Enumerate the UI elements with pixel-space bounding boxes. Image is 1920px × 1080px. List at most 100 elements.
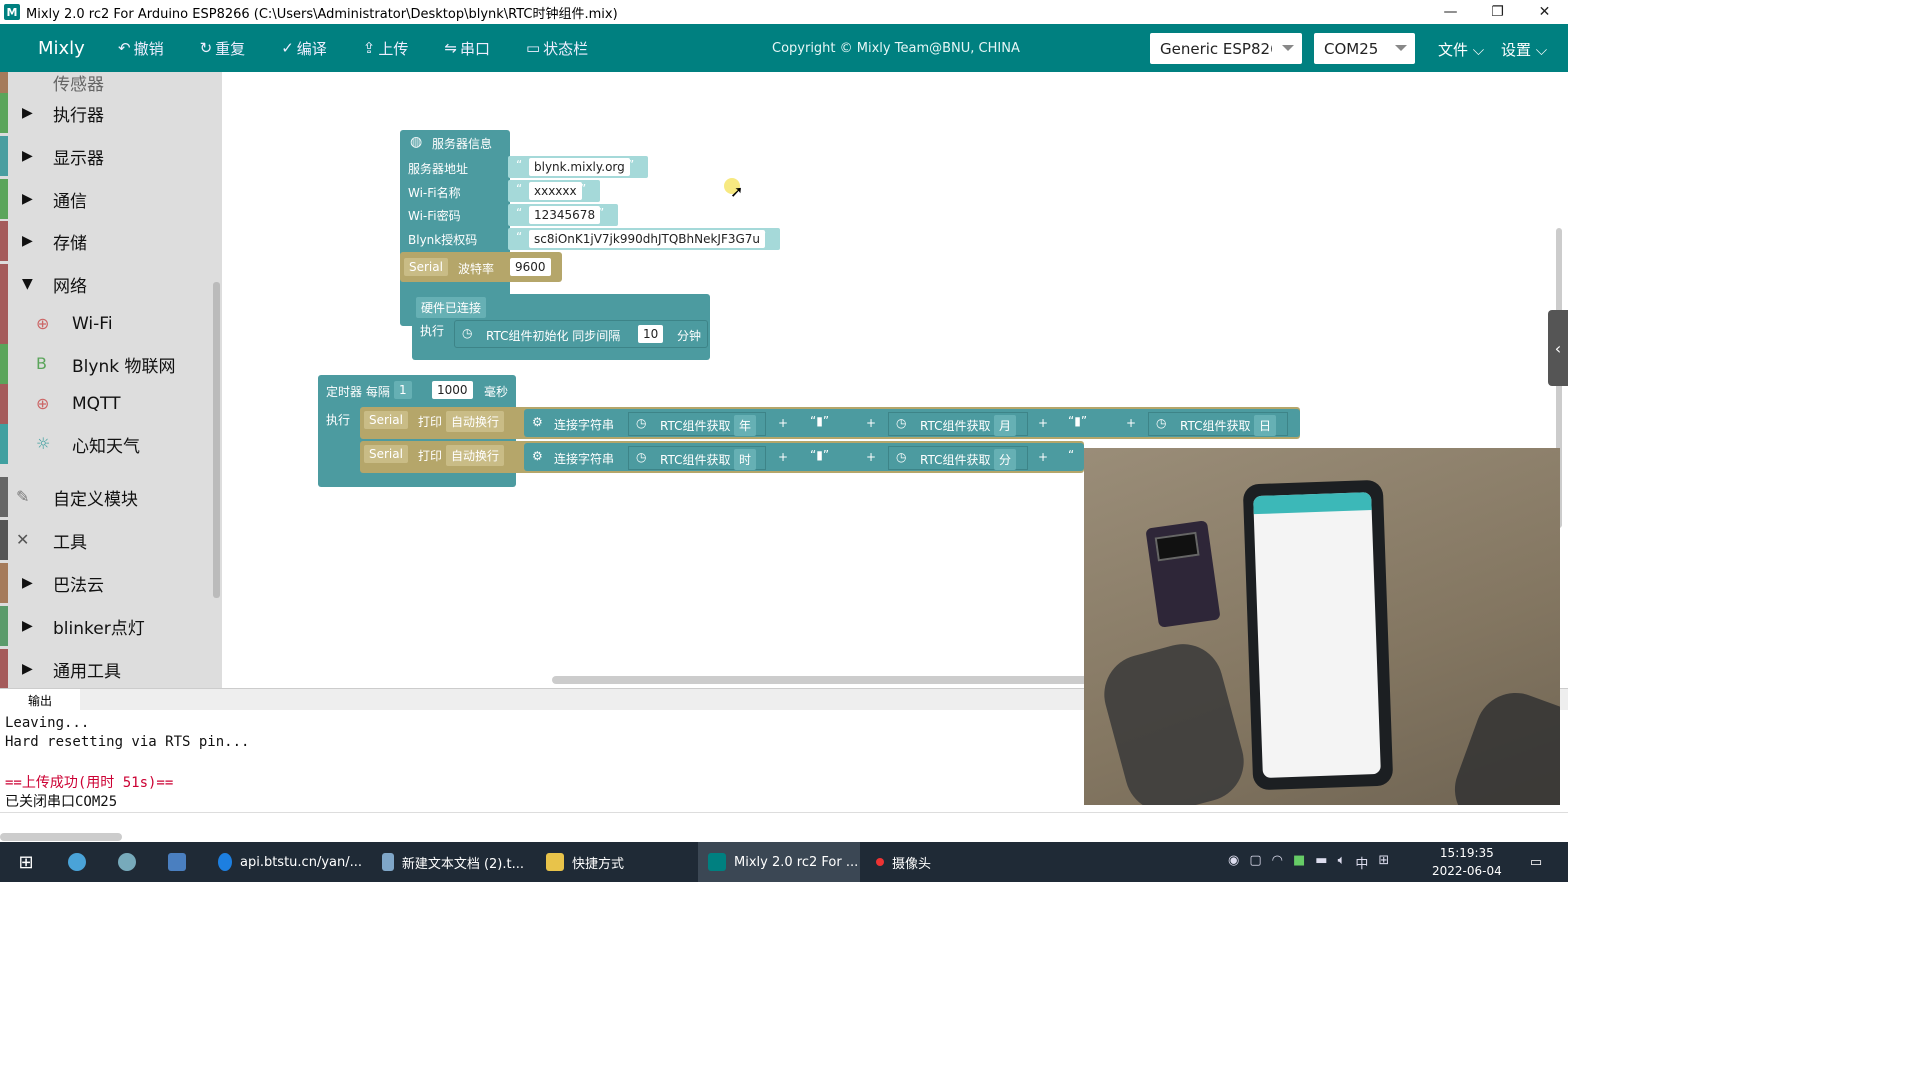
taskbar-calculator[interactable] xyxy=(164,842,190,882)
timer-label: 定时器 每隔 xyxy=(326,385,390,399)
wifi-password-field[interactable]: 12345678 xyxy=(529,206,601,224)
phone-image xyxy=(1242,479,1394,791)
sidebar-item-label: MQTT xyxy=(72,394,121,414)
gear-icon: ⚙ xyxy=(532,415,543,429)
undo-icon: ↶ xyxy=(118,39,131,57)
keyboard-icon[interactable]: ⊞ xyxy=(1378,853,1389,872)
year-dropdown[interactable]: 年 xyxy=(734,415,757,436)
system-clock[interactable]: 15:19:35 2022-06-04 xyxy=(1432,844,1502,880)
wifi-icon[interactable]: ◠ xyxy=(1272,853,1283,872)
copy-icon[interactable]: ▢ xyxy=(1249,853,1261,872)
sidebar-item-network[interactable]: ▼ 网络 xyxy=(0,264,212,304)
taskbar-folder[interactable]: 快捷方式 xyxy=(540,842,680,882)
taskbar-pinned-app[interactable] xyxy=(112,842,142,882)
taskbar-mixly[interactable]: Mixly 2.0 rc2 For ... xyxy=(698,842,860,882)
collapse-panel-button[interactable]: ‹ xyxy=(1548,310,1568,386)
sidebar-item-tools[interactable]: ✕ 工具 xyxy=(0,520,212,560)
port-select[interactable]: COM25 xyxy=(1314,33,1415,64)
sidebar-item-bafayun[interactable]: ▶ 巴法云 xyxy=(0,563,212,603)
server-addr-field[interactable]: blynk.mixly.org xyxy=(529,158,630,176)
sidebar-item-blinker[interactable]: ▶ blinker点灯 xyxy=(0,606,212,646)
clock-icon: ◷ xyxy=(1156,416,1167,430)
sidebar-item-label: Blynk 物联网 xyxy=(72,356,176,377)
blynk-auth-field[interactable]: sc8iOnK1jV7jk990dhJTQBhNekJF3G7u xyxy=(529,230,766,248)
connected-event-dropdown[interactable]: 硬件已连接 xyxy=(416,297,487,318)
timer-id-dropdown[interactable]: 1 xyxy=(394,381,412,399)
sidebar-item-storage[interactable]: ▶ 存储 xyxy=(0,221,212,261)
sidebar-item-general-tools[interactable]: ▶ 通用工具 xyxy=(0,649,212,688)
board-select[interactable]: Generic ESP8266 xyxy=(1150,33,1302,64)
serial-button[interactable]: ⇋ 串口 xyxy=(444,38,490,59)
serial-label: 串口 xyxy=(459,39,490,58)
clock-icon: ◷ xyxy=(636,450,647,464)
print-mode-dropdown[interactable]: 自动换行 xyxy=(446,445,505,466)
taskbar-browser[interactable]: api.btstu.cn/yan/... xyxy=(212,842,362,882)
upload-label: 上传 xyxy=(378,39,409,58)
rtc-init-label: RTC组件初始化 同步间隔 xyxy=(486,329,621,343)
minute-dropdown[interactable]: 分 xyxy=(994,449,1017,470)
sidebar-scrollbar[interactable] xyxy=(213,282,220,598)
undo-button[interactable]: ↶ 撤销 xyxy=(118,38,164,59)
sidebar-item-wifi[interactable]: ⊕ Wi-Fi xyxy=(0,304,212,344)
sidebar-item-actuator[interactable]: ▶ 执行器 xyxy=(0,93,212,133)
sidebar-item-display[interactable]: ▶ 显示器 xyxy=(0,136,212,176)
tab-output[interactable]: 输出 xyxy=(0,689,80,711)
minute-unit-label: 分钟 xyxy=(677,329,702,343)
taskbar-notepad[interactable]: 新建文本文档 (2).t... xyxy=(376,842,524,882)
upload-icon: ⇪ xyxy=(362,39,376,57)
upload-button[interactable]: ⇪ 上传 xyxy=(363,38,409,59)
string-block-icon[interactable]: “▮” xyxy=(810,448,829,462)
clock-icon: ◷ xyxy=(462,326,473,340)
baud-field[interactable]: 9600 xyxy=(510,258,551,276)
sidebar-item-custom-module[interactable]: ✎ 自定义模块 xyxy=(0,477,212,517)
nvidia-icon[interactable]: ■ xyxy=(1293,853,1305,872)
sidebar-item-comm[interactable]: ▶ 通信 xyxy=(0,179,212,219)
serial-dropdown[interactable]: Serial xyxy=(404,258,448,276)
copyright-text: Copyright © Mixly Team@BNU, CHINA xyxy=(772,40,1020,56)
string-block-icon[interactable]: “▮” xyxy=(1068,414,1087,428)
workspace-horizontal-scrollbar[interactable] xyxy=(552,676,1092,684)
month-dropdown[interactable]: 月 xyxy=(994,415,1017,436)
sidebar-item-mqtt[interactable]: ⊕ MQTT xyxy=(0,384,212,424)
taskbar-pinned-app[interactable] xyxy=(62,842,92,882)
maximize-button[interactable]: ❐ xyxy=(1474,0,1521,24)
network-icon[interactable]: ◉ xyxy=(1228,853,1239,872)
compile-button[interactable]: ✓ 编译 xyxy=(281,38,327,59)
sidebar-item-label: 通用工具 xyxy=(53,661,121,682)
hour-dropdown[interactable]: 时 xyxy=(734,449,757,470)
serial-dropdown[interactable]: Serial xyxy=(364,411,408,429)
quote-close-icon: ” xyxy=(760,230,767,244)
wifi-name-field[interactable]: xxxxxx xyxy=(529,182,582,200)
taskbar-item-label: 摄像头 xyxy=(892,856,932,872)
quote-open-icon: “ xyxy=(516,182,523,196)
string-block-icon[interactable]: “▮” xyxy=(810,414,829,428)
plus-label: + xyxy=(1038,450,1049,464)
sidebar-item-blynk[interactable]: B Blynk 物联网 xyxy=(0,344,212,384)
expand-arrow-icon: ▶ xyxy=(22,105,33,121)
sync-interval-field[interactable]: 10 xyxy=(638,325,664,343)
ime-indicator[interactable]: 中 xyxy=(1355,853,1368,872)
volume-icon[interactable]: 🔈︎ xyxy=(1338,853,1346,872)
string-block-icon[interactable]: “ xyxy=(1068,448,1074,462)
notification-button[interactable]: ▭ xyxy=(1524,842,1548,882)
serial-dropdown[interactable]: Serial xyxy=(364,445,408,463)
redo-button[interactable]: ↻ 重复 xyxy=(200,38,246,59)
day-dropdown[interactable]: 日 xyxy=(1254,415,1277,436)
taskbar-item-label: Mixly 2.0 rc2 For ... xyxy=(734,854,859,870)
settings-menu[interactable]: 设置 ⌵ xyxy=(1501,39,1547,60)
close-button[interactable]: ✕ xyxy=(1521,0,1568,24)
brand-logo[interactable]: Mixly xyxy=(38,38,118,59)
window-titlebar: M Mixly 2.0 rc2 For Arduino ESP8266 (C:\… xyxy=(0,0,1568,24)
output-horizontal-scrollbar[interactable] xyxy=(0,833,122,841)
quote-open-icon: “ xyxy=(516,230,523,244)
start-button[interactable]: ⊞ xyxy=(12,842,40,882)
sidebar-item-weather[interactable]: ☼ 心知天气 xyxy=(0,424,212,464)
print-mode-dropdown[interactable]: 自动换行 xyxy=(446,411,505,432)
rtc-get-label: RTC组件获取 xyxy=(660,419,731,433)
file-menu[interactable]: 文件 ⌵ xyxy=(1438,39,1484,60)
statusbar-button[interactable]: ▭ 状态栏 xyxy=(526,38,588,59)
taskbar-camera[interactable]: 摄像头 xyxy=(866,842,1020,882)
minimize-button[interactable]: — xyxy=(1427,0,1474,24)
battery-icon[interactable]: ▬ xyxy=(1315,853,1327,872)
timer-interval-field[interactable]: 1000 xyxy=(432,381,473,399)
